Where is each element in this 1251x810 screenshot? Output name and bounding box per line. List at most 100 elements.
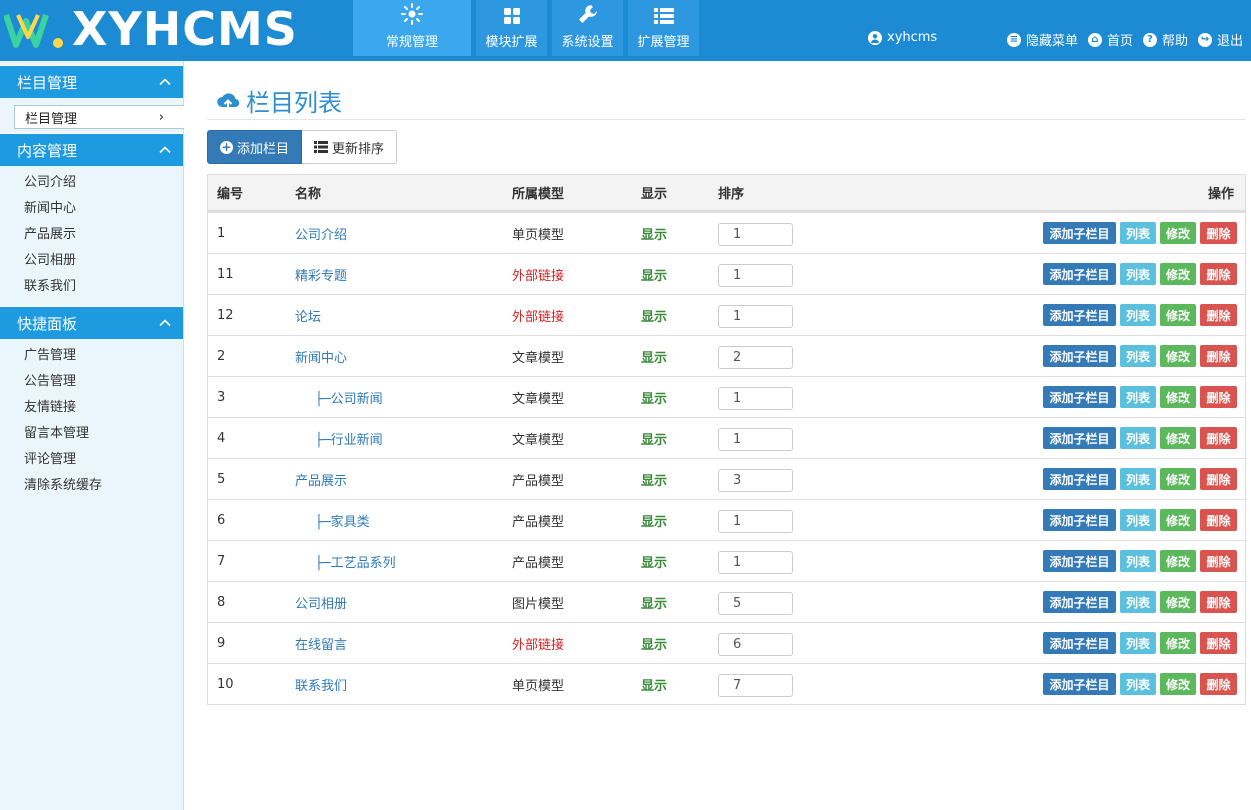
edit-button[interactable]: 修改 [1160, 427, 1196, 449]
cell-show-status[interactable]: 显示 [641, 351, 667, 366]
cell-show-status[interactable]: 显示 [641, 433, 667, 448]
delete-button[interactable]: 删除 [1200, 263, 1237, 285]
sidebar-item-comments[interactable]: 评论管理 [24, 447, 183, 473]
column-name-link[interactable]: ├─家具类 [295, 515, 370, 530]
edit-button[interactable]: 修改 [1160, 550, 1196, 572]
delete-button[interactable]: 删除 [1200, 673, 1237, 695]
list-button[interactable]: 列表 [1120, 509, 1156, 531]
edit-button[interactable]: 修改 [1160, 509, 1196, 531]
column-name-link[interactable]: 新闻中心 [295, 351, 347, 366]
list-button[interactable]: 列表 [1120, 263, 1156, 285]
delete-button[interactable]: 删除 [1200, 304, 1237, 326]
sort-order-input[interactable]: 5 [718, 591, 793, 615]
sidebar-item-company-intro[interactable]: 公司介绍 [24, 170, 183, 196]
edit-button[interactable]: 修改 [1160, 468, 1196, 490]
edit-button[interactable]: 修改 [1160, 304, 1196, 326]
add-child-button[interactable]: 添加子栏目 [1043, 304, 1116, 326]
column-name-link[interactable]: 公司相册 [295, 597, 347, 612]
add-child-button[interactable]: 添加子栏目 [1043, 263, 1116, 285]
list-button[interactable]: 列表 [1120, 304, 1156, 326]
sidebar-group-header-quick[interactable]: 快捷面板 [0, 306, 183, 339]
delete-button[interactable]: 删除 [1200, 345, 1237, 367]
help-link[interactable]: ? 帮助 [1142, 30, 1188, 49]
list-button[interactable]: 列表 [1120, 673, 1156, 695]
sort-order-input[interactable]: 1 [718, 386, 793, 410]
list-button[interactable]: 列表 [1120, 427, 1156, 449]
edit-button[interactable]: 修改 [1160, 591, 1196, 613]
sort-order-input[interactable]: 1 [718, 304, 793, 328]
column-name-link[interactable]: ├─公司新闻 [295, 392, 383, 407]
delete-button[interactable]: 删除 [1200, 427, 1237, 449]
sidebar-item-contact[interactable]: 联系我们 [24, 274, 183, 300]
cell-show-status[interactable]: 显示 [641, 515, 667, 530]
cell-show-status[interactable]: 显示 [641, 474, 667, 489]
cell-show-status[interactable]: 显示 [641, 638, 667, 653]
sidebar-group-header-columns[interactable]: 栏目管理 [0, 65, 183, 98]
sort-order-input[interactable]: 1 [718, 263, 793, 287]
cell-show-status[interactable]: 显示 [641, 597, 667, 612]
add-child-button[interactable]: 添加子栏目 [1043, 468, 1116, 490]
sidebar-item-notices[interactable]: 公告管理 [24, 369, 183, 395]
cell-show-status[interactable]: 显示 [641, 392, 667, 407]
add-child-button[interactable]: 添加子栏目 [1043, 222, 1116, 244]
sort-order-input[interactable]: 6 [718, 632, 793, 656]
logo[interactable]: XYHCMS [4, 4, 298, 54]
sort-order-input[interactable]: 1 [718, 509, 793, 533]
edit-button[interactable]: 修改 [1160, 345, 1196, 367]
cell-show-status[interactable]: 显示 [641, 679, 667, 694]
column-name-link[interactable]: ├─工艺品系列 [295, 556, 396, 571]
hide-menu-link[interactable]: ≡ 隐藏菜单 [1006, 30, 1078, 49]
column-name-link[interactable]: ├─行业新闻 [295, 433, 383, 448]
delete-button[interactable]: 删除 [1200, 222, 1237, 244]
nav-tab-general[interactable]: 常规管理 [353, 0, 471, 56]
edit-button[interactable]: 修改 [1160, 222, 1196, 244]
sidebar-item-clear-cache[interactable]: 清除系统缓存 [24, 473, 183, 499]
nav-tab-extensions[interactable]: 扩展管理 [628, 0, 699, 56]
delete-button[interactable]: 删除 [1200, 632, 1237, 654]
cell-show-status[interactable]: 显示 [641, 556, 667, 571]
sidebar-item-links[interactable]: 友情链接 [24, 395, 183, 421]
sidebar-item-guestbook[interactable]: 留言本管理 [24, 421, 183, 447]
column-name-link[interactable]: 公司介绍 [295, 228, 347, 243]
add-child-button[interactable]: 添加子栏目 [1043, 427, 1116, 449]
column-name-link[interactable]: 论坛 [295, 310, 321, 325]
edit-button[interactable]: 修改 [1160, 263, 1196, 285]
add-child-button[interactable]: 添加子栏目 [1043, 632, 1116, 654]
delete-button[interactable]: 删除 [1200, 509, 1237, 531]
list-button[interactable]: 列表 [1120, 345, 1156, 367]
sidebar-group-header-content[interactable]: 内容管理 [0, 133, 183, 166]
sort-order-input[interactable]: 3 [718, 468, 793, 492]
delete-button[interactable]: 删除 [1200, 468, 1237, 490]
add-child-button[interactable]: 添加子栏目 [1043, 591, 1116, 613]
delete-button[interactable]: 删除 [1200, 591, 1237, 613]
add-child-button[interactable]: 添加子栏目 [1043, 345, 1116, 367]
sort-order-input[interactable]: 1 [718, 550, 793, 574]
update-sort-button[interactable]: 更新排序 [302, 130, 398, 164]
column-name-link[interactable]: 精彩专题 [295, 269, 347, 284]
list-button[interactable]: 列表 [1120, 386, 1156, 408]
column-name-link[interactable]: 在线留言 [295, 638, 347, 653]
cell-show-status[interactable]: 显示 [641, 228, 667, 243]
nav-tab-settings[interactable]: 系统设置 [552, 0, 623, 56]
column-name-link[interactable]: 联系我们 [295, 679, 347, 694]
list-button[interactable]: 列表 [1120, 468, 1156, 490]
edit-button[interactable]: 修改 [1160, 386, 1196, 408]
add-child-button[interactable]: 添加子栏目 [1043, 673, 1116, 695]
add-child-button[interactable]: 添加子栏目 [1043, 550, 1116, 572]
sidebar-item-news-center[interactable]: 新闻中心 [24, 196, 183, 222]
list-button[interactable]: 列表 [1120, 222, 1156, 244]
sort-order-input[interactable]: 2 [718, 345, 793, 369]
add-child-button[interactable]: 添加子栏目 [1043, 509, 1116, 531]
home-link[interactable]: ⌂ 首页 [1087, 30, 1133, 49]
add-child-button[interactable]: 添加子栏目 [1043, 386, 1116, 408]
sidebar-item-products[interactable]: 产品展示 [24, 222, 183, 248]
delete-button[interactable]: 删除 [1200, 550, 1237, 572]
delete-button[interactable]: 删除 [1200, 386, 1237, 408]
sort-order-input[interactable]: 1 [718, 427, 793, 451]
list-button[interactable]: 列表 [1120, 550, 1156, 572]
sort-order-input[interactable]: 1 [718, 222, 793, 246]
sort-order-input[interactable]: 7 [718, 673, 793, 697]
column-name-link[interactable]: 产品展示 [295, 474, 347, 489]
list-button[interactable]: 列表 [1120, 632, 1156, 654]
nav-tab-modules[interactable]: 模块扩展 [476, 0, 547, 56]
